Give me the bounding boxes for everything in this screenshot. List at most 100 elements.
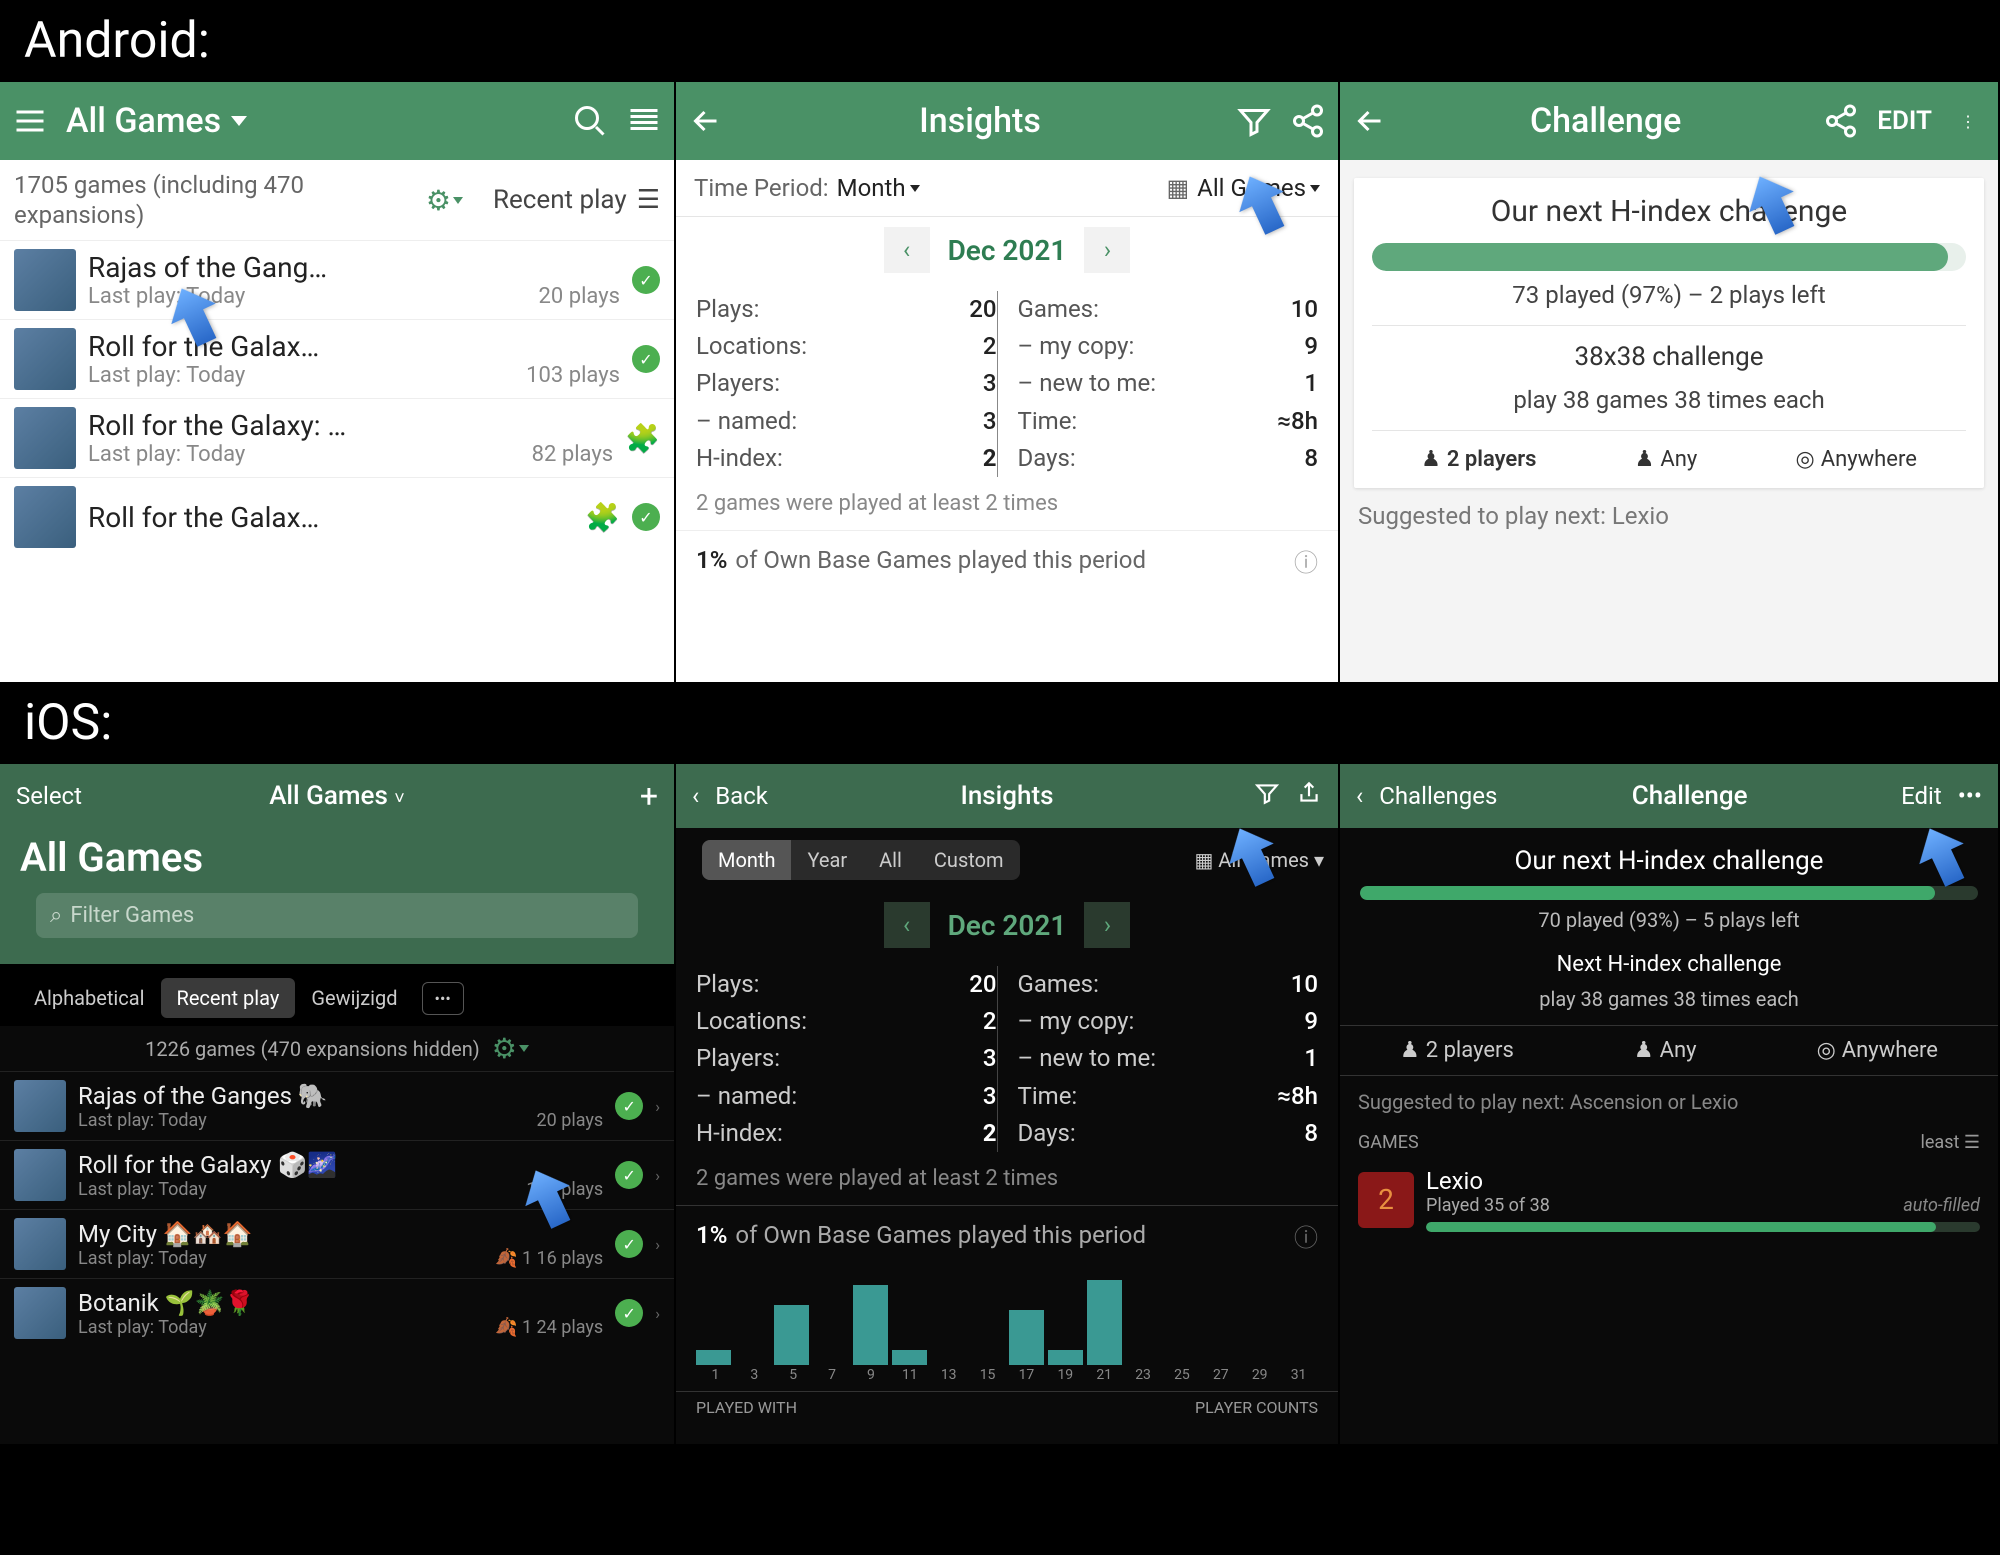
last-play: Last play: Today xyxy=(88,442,245,467)
android-insights-panel: Insights Time Period: Month ▦ All Games … xyxy=(674,82,1338,682)
challenge-2-sub: play 38 games 38 times each xyxy=(1372,386,1966,414)
info-icon[interactable]: ⓘ xyxy=(1294,543,1318,578)
last-play: Last play: Today xyxy=(78,1248,207,1269)
suggested-next: Suggested to play next: Ascension or Lex… xyxy=(1340,1076,1998,1128)
more-icon[interactable]: ••• xyxy=(1958,782,1982,810)
back-icon[interactable] xyxy=(1352,103,1388,139)
android-games-panel: All Games 1705 games (including 470 expa… xyxy=(0,82,674,682)
stat-row: Players:3 xyxy=(696,1040,997,1077)
dropdown-icon[interactable] xyxy=(231,116,247,126)
more-icon[interactable]: ⋮ xyxy=(1950,103,1986,139)
game-row[interactable]: Rajas of the Ganges 🐘 Last play: Today20… xyxy=(0,1071,674,1140)
hamburger-icon[interactable] xyxy=(12,103,48,139)
sort-button[interactable]: Recent play ☰ xyxy=(493,185,660,215)
share-icon[interactable] xyxy=(1823,103,1859,139)
ios-games-dd[interactable]: All Games ˅ xyxy=(130,781,544,811)
challenge-game-row[interactable]: 2 Lexio Played 35 of 38 auto-filled xyxy=(1340,1157,1998,1242)
shelf-icon: ▦ xyxy=(1166,174,1189,202)
period-segments[interactable]: MonthYearAllCustom xyxy=(702,840,1020,880)
sort-tab[interactable]: Gewijzigd xyxy=(295,978,413,1018)
last-play: Last play: Today xyxy=(78,1317,207,1338)
game-row[interactable]: Rajas of the Gang… Last play: Today20 pl… xyxy=(0,240,674,319)
game-row[interactable]: Botanik 🌱🪴🌹 Last play: Today 🍂 1 24 plays… xyxy=(0,1278,674,1347)
month-label[interactable]: Dec 2021 xyxy=(948,234,1067,267)
share-icon[interactable] xyxy=(1296,780,1322,812)
pct-value: 1% xyxy=(696,1221,727,1249)
stats-note: 2 games were played at least 2 times xyxy=(676,485,1338,522)
chevron-right-icon: › xyxy=(655,1097,660,1116)
more-button[interactable]: ••• xyxy=(422,982,464,1015)
challenge-1-sub: 73 played (97%) – 2 plays left xyxy=(1372,281,1966,309)
search-icon[interactable] xyxy=(572,103,608,139)
play-count: 20 plays xyxy=(537,1110,604,1131)
gear-icon[interactable]: ⚙ xyxy=(426,184,463,217)
prev-month[interactable]: ‹ xyxy=(884,902,930,948)
check-icon: ✓ xyxy=(615,1230,643,1258)
challenge-title: Challenge xyxy=(1530,101,1681,141)
period-select[interactable]: Month xyxy=(837,174,920,202)
chevron-right-icon: › xyxy=(655,1304,660,1323)
share-icon[interactable] xyxy=(1290,103,1326,139)
next-month[interactable]: › xyxy=(1084,902,1130,948)
play-count: 103 plays xyxy=(526,363,620,388)
insights-title: Insights xyxy=(919,101,1041,141)
back-icon[interactable] xyxy=(688,103,724,139)
segment[interactable]: All xyxy=(863,840,918,880)
game-row[interactable]: Roll for the Galaxy: … Last play: Today8… xyxy=(0,398,674,477)
games-list: Rajas of the Gang… Last play: Today20 pl… xyxy=(0,240,674,556)
stat-row: – my copy:9 xyxy=(1018,328,1319,365)
sort-tab[interactable]: Alphabetical xyxy=(18,978,161,1018)
last-play: Last play: Today xyxy=(88,363,245,388)
add-icon[interactable]: + xyxy=(640,777,658,815)
gear-icon[interactable]: ⚙ xyxy=(492,1032,529,1065)
ios-challenge-title: Challenge xyxy=(1511,781,1868,811)
next-month[interactable]: › xyxy=(1084,227,1130,273)
android-games-header: All Games xyxy=(0,82,674,160)
back-button[interactable]: ‹ Challenges xyxy=(1356,782,1497,810)
list-view-icon[interactable] xyxy=(626,103,662,139)
game-row[interactable]: Roll for the Galax… 🧩✓ xyxy=(0,477,674,556)
stat-row: Games:10 xyxy=(1018,966,1319,1003)
game-row[interactable]: Roll for the Galax… Last play: Today103 … xyxy=(0,319,674,398)
filter-input[interactable]: ⌕ Filter Games xyxy=(36,893,638,938)
check-icon: ✓ xyxy=(615,1161,643,1189)
edit-button[interactable]: EDIT xyxy=(1877,106,1932,136)
games-header-title[interactable]: All Games xyxy=(66,101,221,141)
select-button[interactable]: Select xyxy=(16,782,82,810)
game-title: Botanik 🌱🪴🌹 xyxy=(78,1289,603,1317)
stat-row: Games:10 xyxy=(1018,291,1319,328)
games-count: 1705 games (including 470 expansions) xyxy=(14,170,426,230)
players-icon: ♟ xyxy=(1421,447,1441,472)
game-thumb xyxy=(14,486,76,548)
game-title: Rajas of the Ganges 🐘 xyxy=(78,1082,603,1110)
prev-month[interactable]: ‹ xyxy=(884,227,930,273)
location-icon: ◎ xyxy=(1817,1038,1836,1063)
back-button[interactable]: ‹ Back xyxy=(692,782,792,810)
played-with-label: PLAYED WITH xyxy=(696,1398,797,1417)
chart-axis: 135791113151719212325272931 xyxy=(676,1365,1338,1391)
game-thumb xyxy=(14,328,76,390)
segment[interactable]: Month xyxy=(702,840,791,880)
period-label: Time Period: xyxy=(694,174,829,202)
stat-row: Plays:20 xyxy=(696,966,997,1003)
play-count: 20 plays xyxy=(539,284,620,309)
filter-icon[interactable] xyxy=(1236,103,1272,139)
play-count: 🍂 1 24 plays xyxy=(495,1317,603,1338)
edit-button[interactable]: Edit xyxy=(1901,782,1942,810)
segment[interactable]: Year xyxy=(791,840,863,880)
stat-row: Players:3 xyxy=(696,365,997,402)
suggested-next: Suggested to play next: Lexio xyxy=(1340,488,1998,544)
challenge-card[interactable]: Our next H-index challenge 73 played (97… xyxy=(1354,178,1984,488)
stat-row: – new to me:1 xyxy=(1018,1040,1319,1077)
filter-icon[interactable] xyxy=(1254,780,1280,812)
chevron-right-icon: › xyxy=(655,1166,660,1185)
info-icon[interactable]: ⓘ xyxy=(1294,1218,1318,1253)
month-label[interactable]: Dec 2021 xyxy=(948,909,1067,942)
challenge-1-sub: 70 played (93%) – 5 plays left xyxy=(1340,908,1998,932)
game-thumb xyxy=(14,1287,66,1339)
game-played: Played 35 of 38 xyxy=(1426,1195,1550,1216)
segment[interactable]: Custom xyxy=(918,840,1020,880)
sort-tab[interactable]: Recent play xyxy=(161,978,296,1018)
auto-filled: auto-filled xyxy=(1903,1195,1980,1216)
sort-least[interactable]: least ☰ xyxy=(1920,1132,1980,1153)
